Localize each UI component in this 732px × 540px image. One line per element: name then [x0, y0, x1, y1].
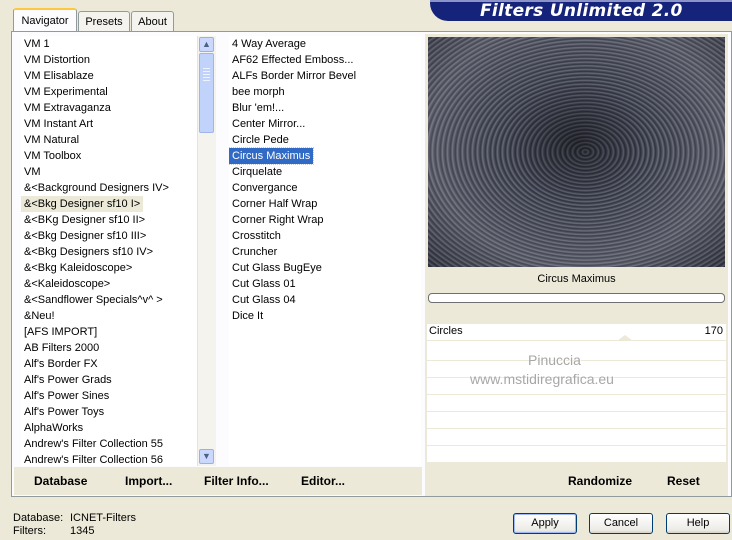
tab-presets[interactable]: Presets	[78, 11, 130, 31]
category-item[interactable]: &<Sandflower Specials^v^ >	[21, 292, 166, 308]
category-item[interactable]: Alf's Power Sines	[21, 388, 112, 404]
preview-shading	[428, 37, 725, 267]
filter-item[interactable]: Cruncher	[229, 244, 280, 260]
filter-item[interactable]: Cut Glass 04	[229, 292, 299, 308]
empty-parameter-row	[427, 446, 726, 463]
category-item[interactable]: AlphaWorks	[21, 420, 86, 436]
filter-item[interactable]: 4 Way Average	[229, 36, 309, 52]
category-list[interactable]: VM 1 VM Distortion VM Elisablaze VM Experim…	[21, 36, 198, 466]
filter-item[interactable]: Corner Half Wrap	[229, 196, 320, 212]
scroll-thumb[interactable]	[199, 53, 214, 133]
scroll-up-icon[interactable]: ▲	[199, 37, 214, 52]
database-label: Database:	[13, 512, 64, 524]
tab-about[interactable]: About	[131, 11, 174, 31]
category-item[interactable]: AB Filters 2000	[21, 340, 102, 356]
category-item[interactable]: Alf's Border FX	[21, 356, 101, 372]
category-item[interactable]: Andrew's Filter Collection 56	[21, 452, 166, 466]
database-value: ICNET-Filters	[70, 512, 136, 524]
filters-count-label: Filters:	[13, 525, 46, 537]
database-button[interactable]: Database	[34, 470, 87, 492]
editor-button[interactable]: Editor...	[301, 470, 345, 492]
category-item[interactable]: VM	[21, 164, 44, 180]
slider-marker-icon[interactable]	[617, 335, 633, 341]
category-item[interactable]: &Neu!	[21, 308, 58, 324]
category-item[interactable]: [AFS IMPORT]	[21, 324, 100, 340]
category-item[interactable]: VM Experimental	[21, 84, 111, 100]
category-scrollbar[interactable]: ▲ ▼	[197, 36, 216, 466]
filter-item[interactable]: Circle Pede	[229, 132, 292, 148]
filter-item[interactable]: Cirquelate	[229, 164, 285, 180]
empty-parameter-row	[427, 412, 726, 429]
empty-parameter-row	[427, 429, 726, 446]
preview-filter-name: Circus Maximus	[537, 273, 616, 285]
filter-item[interactable]: Blur 'em!...	[229, 100, 287, 116]
category-item[interactable]: &<Bkg Kaleidoscope>	[21, 260, 135, 276]
category-item[interactable]: &<Bkg Designers sf10 IV>	[21, 244, 156, 260]
apply-button[interactable]: Apply	[513, 513, 577, 534]
category-item[interactable]: VM Toolbox	[21, 148, 84, 164]
filter-item[interactable]: Dice It	[229, 308, 266, 324]
filter-item[interactable]: ALFs Border Mirror Bevel	[229, 68, 359, 84]
category-item[interactable]: &<Kaleidoscope>	[21, 276, 113, 292]
cancel-button[interactable]: Cancel	[589, 513, 653, 534]
app-title: Filters Unlimited 2.0	[480, 1, 683, 21]
reset-button[interactable]: Reset	[667, 470, 700, 492]
tab-navigator[interactable]: Navigator	[13, 8, 77, 32]
watermark-line-1: Pinuccia	[528, 352, 581, 368]
empty-parameter-row	[427, 395, 726, 412]
category-item[interactable]: VM Instant Art	[21, 116, 96, 132]
help-button[interactable]: Help	[666, 513, 730, 534]
category-item[interactable]: VM Elisablaze	[21, 68, 97, 84]
filter-item[interactable]: Cut Glass BugEye	[229, 260, 325, 276]
parameter-row[interactable]: Circles 170	[427, 324, 726, 341]
filter-item[interactable]: Center Mirror...	[229, 116, 308, 132]
category-item[interactable]: Alf's Power Grads	[21, 372, 115, 388]
filter-item[interactable]: AF62 Effected Emboss...	[229, 52, 356, 68]
category-item[interactable]: VM Extravaganza	[21, 100, 114, 116]
category-item[interactable]: VM Natural	[21, 132, 82, 148]
category-item[interactable]: VM 1	[21, 36, 53, 52]
parameter-value: 170	[704, 325, 723, 337]
category-item[interactable]: VM Distortion	[21, 52, 93, 68]
category-item[interactable]: &<BKg Designer sf10 II>	[21, 212, 148, 228]
filter-item[interactable]: Convergance	[229, 180, 300, 196]
import-button[interactable]: Import...	[125, 470, 172, 492]
category-item[interactable]: Andrew's Filter Collection 55	[21, 436, 166, 452]
progress-bar	[428, 293, 725, 303]
filter-list[interactable]: 4 Way Average AF62 Effected Emboss... ALFs…	[229, 36, 421, 466]
parameter-label: Circles	[429, 325, 463, 337]
category-item[interactable]: &<Background Designers IV>	[21, 180, 172, 196]
filter-item[interactable]: Cut Glass 01	[229, 276, 299, 292]
filter-item[interactable]: Corner Right Wrap	[229, 212, 327, 228]
category-item[interactable]: &<Bkg Designer sf10 I>	[21, 196, 144, 212]
randomize-button[interactable]: Randomize	[568, 470, 632, 492]
filter-item[interactable]: bee morph	[229, 84, 288, 100]
category-item[interactable]: &<Bkg Designer sf10 III>	[21, 228, 149, 244]
filter-item[interactable]: Circus Maximus	[229, 147, 315, 165]
parameter-area: Circles 170	[427, 324, 726, 463]
filter-info-button[interactable]: Filter Info...	[204, 470, 269, 492]
filters-count-value: 1345	[70, 525, 95, 537]
watermark-line-2: www.mstidiregrafica.eu	[470, 371, 614, 387]
filter-item[interactable]: Crosstitch	[229, 228, 284, 244]
scroll-down-icon[interactable]: ▼	[199, 449, 214, 464]
category-item[interactable]: Alf's Power Toys	[21, 404, 107, 420]
